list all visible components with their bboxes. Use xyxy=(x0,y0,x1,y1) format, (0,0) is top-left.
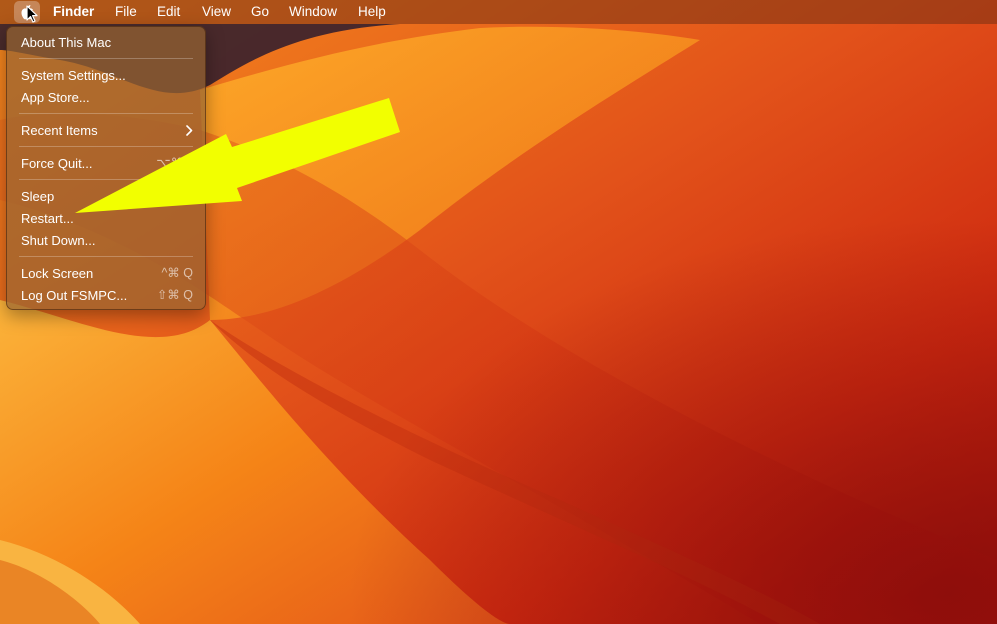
mouse-pointer-icon xyxy=(26,5,38,23)
desktop: Finder File Edit View Go Window Help Abo… xyxy=(0,0,997,624)
annotation-arrow-icon xyxy=(75,98,400,213)
